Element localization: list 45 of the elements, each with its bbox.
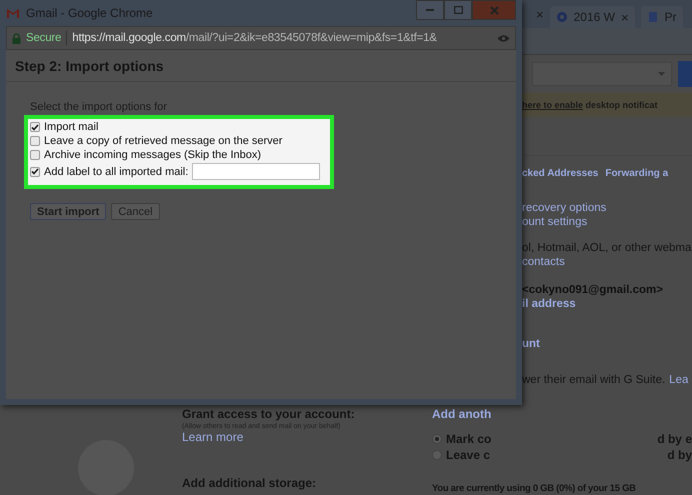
checkbox-label: Leave a copy of retrieved message on the server (44, 135, 282, 147)
minimize-icon (426, 9, 434, 11)
maximize-button[interactable] (444, 0, 472, 20)
checkbox[interactable] (30, 150, 40, 160)
checkbox[interactable] (30, 122, 40, 132)
browser-tab[interactable]: 2016 W × (550, 6, 635, 28)
secure-label: Secure (26, 32, 62, 44)
tab-title: 2016 W (574, 10, 615, 24)
settings-link[interactable]: unt (522, 337, 540, 351)
site-logo-icon (556, 11, 568, 23)
settings-link[interactable]: il address (522, 297, 576, 311)
url-text: https://mail.google.com/mail/?ui=2&ik=e83545078f&view=mip&fs=1&tf=1& (72, 32, 438, 44)
lock-icon (12, 32, 21, 44)
checkbox[interactable] (30, 166, 40, 176)
minimize-button[interactable] (416, 0, 444, 20)
dialog-heading: Step 2: Import options (6, 50, 516, 82)
radio-button[interactable] (432, 434, 442, 444)
checkbox-label: Archive incoming messages (Skip the Inbox) (44, 149, 262, 161)
dialog-button[interactable]: Start import (30, 203, 106, 220)
settings-link[interactable]: recovery options (522, 201, 606, 215)
browser-tab[interactable]: Pr (640, 6, 683, 28)
label-input-field[interactable] (192, 163, 320, 180)
settings-link[interactable]: ount settings (522, 215, 588, 229)
window-title: Gmail - Google Chrome (26, 6, 153, 20)
eye-icon[interactable] (497, 34, 510, 42)
close-button[interactable] (472, 0, 516, 20)
learn-more-link[interactable]: Learn more (182, 430, 432, 444)
address-bar[interactable]: Secure https://mail.google.com/mail/?ui=2&ik=e83545078f&view=mip&fs=1&tf=1& (6, 26, 516, 50)
mail-logo-icon (6, 8, 20, 18)
tab-close-icon[interactable]: × (620, 10, 629, 24)
settings-tab[interactable]: Forwarding a (605, 168, 668, 179)
checkbox[interactable] (30, 136, 40, 146)
dropdown-field[interactable] (532, 62, 672, 86)
settings-tab[interactable]: cked Addresses (522, 168, 598, 179)
checkbox-label: Add label to all imported mail: (44, 166, 188, 178)
maximize-icon (454, 6, 462, 14)
add-account-link[interactable]: Add anoth (432, 407, 692, 421)
checkbox-label: Import mail (44, 121, 98, 133)
dialog-button[interactable]: Cancel (111, 203, 160, 220)
settings-link[interactable]: contacts (522, 255, 565, 269)
document-icon (646, 11, 659, 23)
settings-link[interactable]: Lea (669, 373, 688, 387)
tab-title: Pr (664, 10, 677, 24)
close-icon (490, 6, 498, 14)
settings-text: <cokyno091@gmail.com> (522, 283, 663, 297)
